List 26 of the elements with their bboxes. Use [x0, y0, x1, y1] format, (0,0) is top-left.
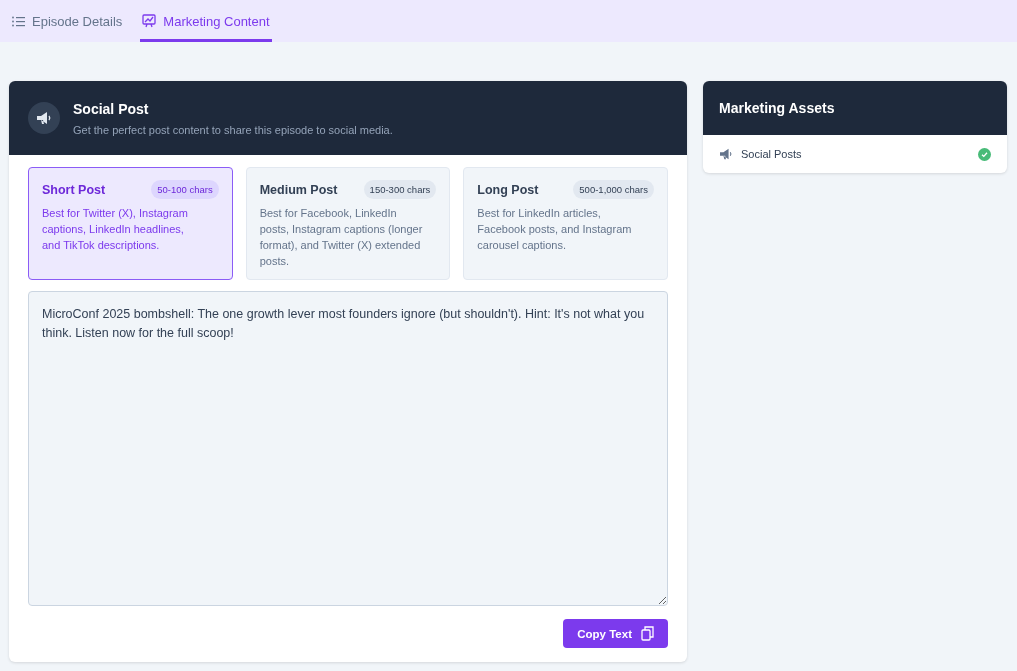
- option-description: Best for Facebook, LinkedIn posts, Instagram captions (longer format), and Twitter (X) extended posts.: [259, 206, 424, 269]
- post-length-option[interactable]: Medium Post 150-300 chars Best for Facebook, LinkedIn posts, Instagram captions (longer format), and Twitter (X) extended posts.: [245, 167, 451, 280]
- megaphone-icon: [28, 102, 60, 134]
- post-length-option[interactable]: Long Post 500-1,000 chars Best for LinkedIn articles, Facebook posts, and Instagram carousel captions.: [463, 167, 668, 280]
- option-title: Short Post: [42, 182, 106, 197]
- char-count-badge: 50-100 chars: [151, 180, 219, 199]
- copy-text-button[interactable]: Copy Text: [563, 619, 668, 648]
- option-title: Long Post: [477, 182, 539, 197]
- option-description: Best for LinkedIn articles, Facebook posts, and Instagram carousel captions.: [477, 206, 633, 253]
- list-icon: [12, 15, 25, 27]
- char-count-badge: 150-300 chars: [363, 180, 437, 199]
- tab[interactable]: Episode Details: [10, 0, 125, 42]
- card-subtitle: Get the perfect post content to share this episode to social media.: [73, 123, 393, 136]
- post-text-field[interactable]: MicroConf 2025 bombshell: The one growth lever most founders ignore (but shouldn't). Hint: It's not what you think. Listen now for the full scoop!: [28, 291, 668, 606]
- char-count-badge: 500-1,000 chars: [573, 180, 654, 199]
- option-title: Medium Post: [259, 182, 338, 197]
- option-description: Best for Twitter (X), Instagram captions, LinkedIn headlines, and TikTok descriptions.: [42, 206, 189, 253]
- tab[interactable]: Marketing Content: [140, 0, 272, 42]
- chart-icon: [142, 14, 157, 28]
- asset-label: Social Posts: [741, 148, 803, 160]
- megaphone-icon: [719, 148, 733, 160]
- post-length-option[interactable]: Short Post 50-100 chars Best for Twitter (X), Instagram captions, LinkedIn headlines, and TikTok descriptions.: [28, 167, 233, 280]
- card-title: Social Post: [73, 100, 150, 117]
- card-title: Marketing Assets: [719, 100, 835, 116]
- asset-item[interactable]: Social Posts: [703, 135, 1007, 173]
- copy-icon: [641, 626, 654, 641]
